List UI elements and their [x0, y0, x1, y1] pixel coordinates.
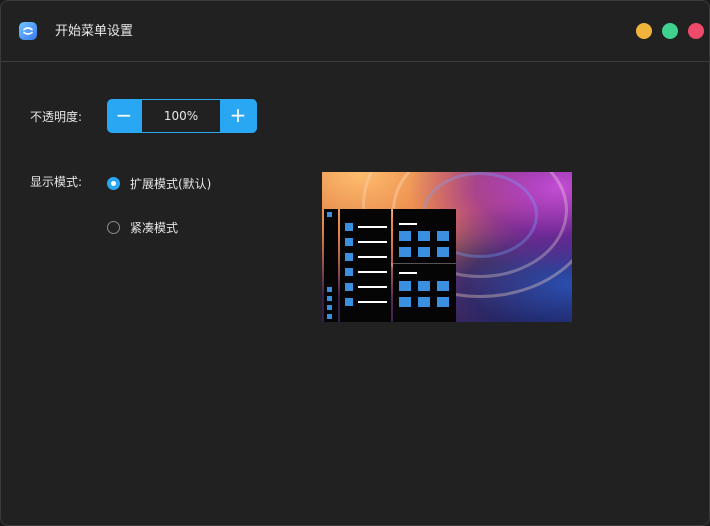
list-item-icon [345, 238, 353, 246]
window-title: 开始菜单设置 [55, 24, 134, 39]
settings-window: 开始菜单设置 不透明度: − + 显示模式: 扩展模式(默认) 紧凑模式 [0, 0, 710, 526]
opacity-increment-button[interactable]: + [221, 99, 255, 133]
opacity-decrement-button[interactable]: − [107, 99, 141, 133]
grid-divider [393, 263, 456, 264]
grid-tile [418, 247, 430, 257]
grid-tile [399, 281, 411, 291]
minimize-button[interactable] [636, 23, 652, 39]
list-item-bar [358, 226, 387, 228]
opacity-value-input[interactable] [142, 100, 220, 132]
radio-label-compact: 紧凑模式 [130, 221, 179, 235]
grid-tile [418, 281, 430, 291]
list-item-bar [358, 256, 387, 258]
radio-button-compact[interactable] [107, 221, 120, 234]
grid-tile [437, 231, 449, 241]
radio-label-extended: 扩展模式(默认) [130, 177, 212, 191]
grid-tile [399, 297, 411, 307]
rail-icon [327, 212, 332, 217]
grid-section-bar [399, 223, 417, 225]
list-item-icon [345, 298, 353, 306]
grid-tile [399, 247, 411, 257]
list-item-icon [345, 283, 353, 291]
grid-tile [399, 231, 411, 241]
opacity-stepper: − + [107, 99, 257, 133]
list-item-icon [345, 253, 353, 261]
grid-tile [418, 231, 430, 241]
grid-tile [437, 297, 449, 307]
preview-menu-rail [324, 209, 338, 322]
list-item-bar [358, 301, 387, 303]
plus-icon: + [229, 103, 247, 127]
list-item-icon [345, 268, 353, 276]
opacity-label: 不透明度: [30, 110, 83, 124]
minus-icon: − [115, 103, 133, 127]
list-item-bar [358, 271, 387, 273]
grid-section-bar [399, 272, 417, 274]
close-button[interactable] [688, 23, 704, 39]
grid-tile [418, 297, 430, 307]
rail-icon [327, 287, 332, 292]
rail-icon [327, 296, 332, 301]
display-mode-label: 显示模式: [30, 175, 83, 189]
list-item-bar [358, 241, 387, 243]
grid-tile [437, 247, 449, 257]
radio-button-extended[interactable] [107, 177, 120, 190]
app-logo-icon [19, 22, 37, 40]
preview-menu-grid [393, 209, 456, 322]
start-menu-preview-image [322, 172, 572, 322]
grid-tile [437, 281, 449, 291]
rail-icon [327, 314, 332, 319]
title-bar: 开始菜单设置 [1, 1, 709, 62]
rail-icon [327, 305, 332, 310]
list-item-bar [358, 286, 387, 288]
maximize-button[interactable] [662, 23, 678, 39]
preview-menu-list [340, 209, 391, 322]
list-item-icon [345, 223, 353, 231]
